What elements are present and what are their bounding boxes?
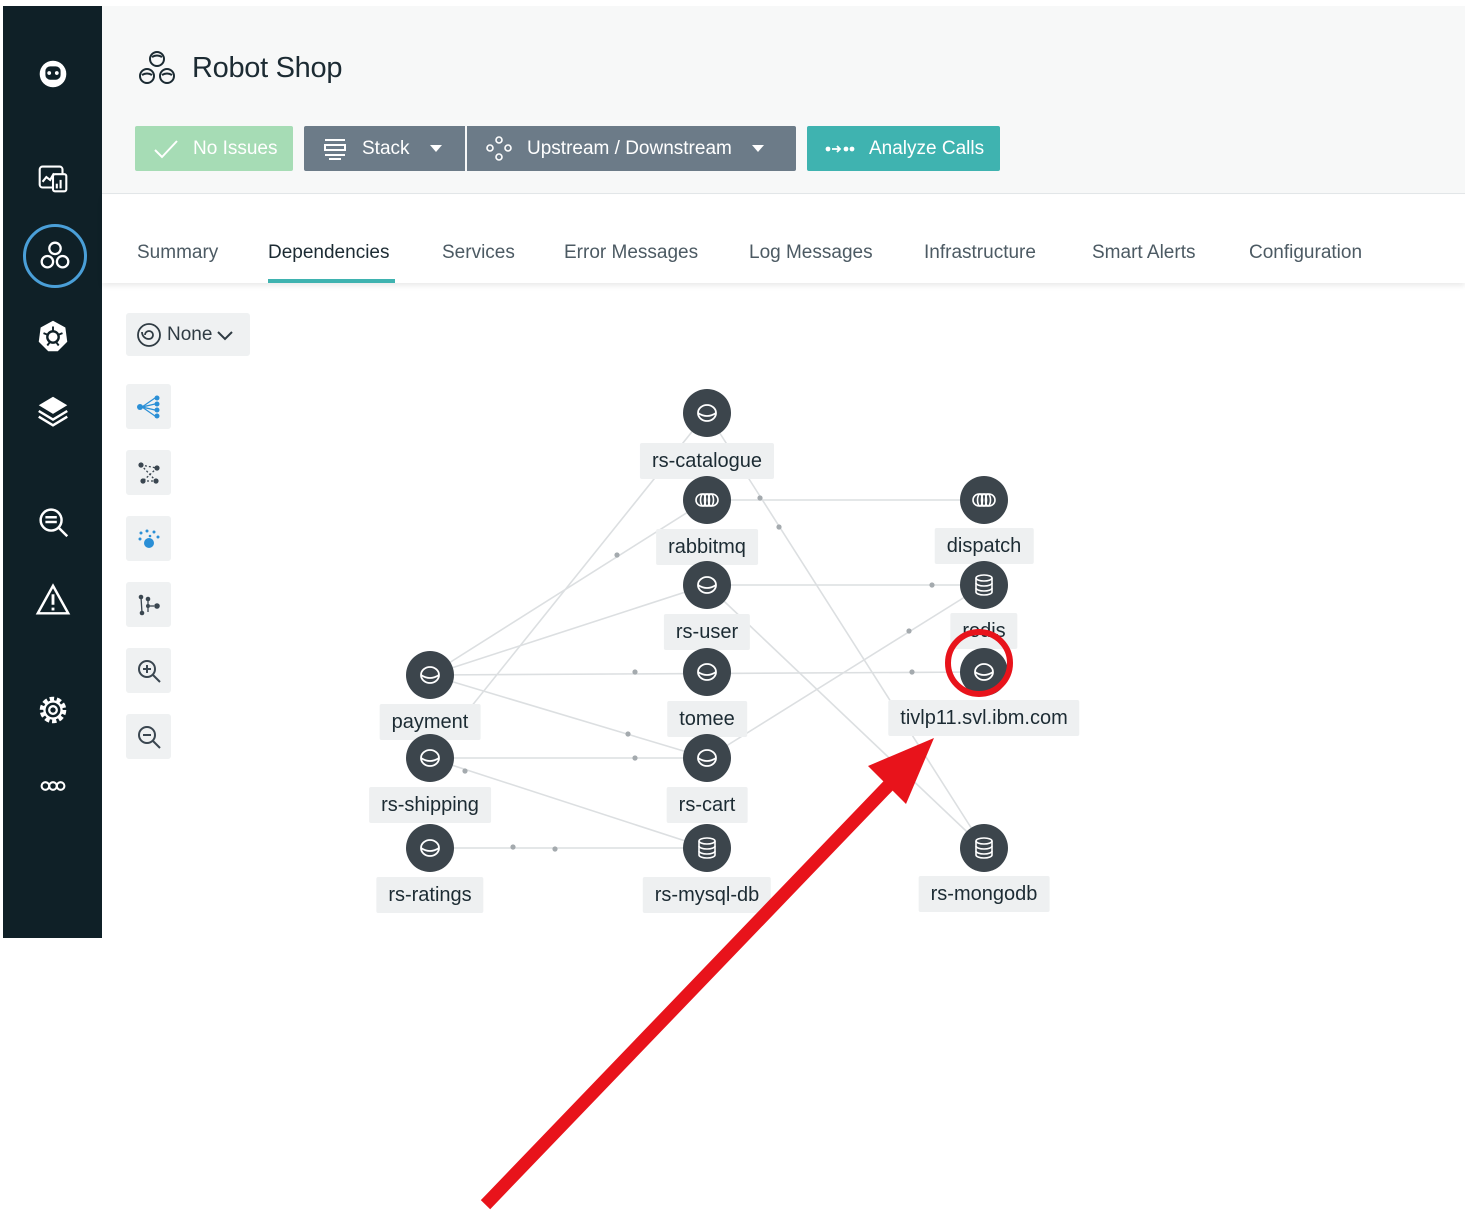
layout-flow-icon[interactable] [126, 582, 171, 627]
layout-tree-icon[interactable] [126, 384, 171, 429]
node-rs-ratings[interactable] [406, 824, 454, 872]
no-issues-label: No Issues [193, 137, 278, 159]
upstream-downstream-dropdown[interactable]: Upstream / Downstream [467, 126, 796, 171]
database-icon [420, 749, 440, 767]
tab-error-messages[interactable]: Error Messages [564, 242, 698, 264]
node-label[interactable]: rs-user [663, 614, 751, 650]
node-label[interactable]: tivlp11.svl.ibm.com [888, 700, 1080, 736]
stack-label: Stack [362, 137, 410, 159]
page-header: Robot Shop No Issues Stack Upstream / Do… [102, 6, 1465, 194]
node-rs-mongodb[interactable] [960, 824, 1008, 872]
dependency-graph-icon [485, 135, 513, 162]
database-stack-icon [975, 574, 993, 596]
instana-logo-icon[interactable] [21, 42, 85, 106]
stack-dropdown[interactable]: Stack [304, 126, 465, 171]
node-label[interactable]: rs-mysql-db [642, 877, 772, 913]
node-label[interactable]: rs-mongodb [918, 876, 1050, 912]
node-rs-user[interactable] [683, 561, 731, 609]
application-icon [136, 48, 178, 88]
chevron-down-icon [429, 145, 442, 152]
highlight-circle [945, 629, 1013, 697]
active-tab-indicator [268, 279, 395, 283]
spiral-icon [135, 321, 163, 349]
node-rs-mysql-db[interactable] [683, 824, 731, 872]
applications-icon[interactable] [23, 224, 87, 288]
zoom-out-icon[interactable] [126, 714, 171, 759]
database-stack-icon [698, 837, 716, 859]
node-rs-shipping[interactable] [406, 734, 454, 782]
chevron-down-icon [216, 329, 234, 341]
layout-force-icon[interactable] [126, 450, 171, 495]
node-label[interactable]: dispatch [934, 528, 1034, 564]
node-label[interactable]: rs-shipping [369, 787, 491, 823]
tab-dependencies[interactable]: Dependencies [268, 242, 389, 264]
stack-icon [322, 136, 348, 162]
node-rabbitmq[interactable] [683, 476, 731, 524]
database-icon [697, 749, 717, 767]
node-label[interactable]: rs-catalogue [639, 443, 775, 479]
database-icon [697, 663, 717, 681]
node-dispatch[interactable] [960, 476, 1008, 524]
kubernetes-icon[interactable] [21, 304, 85, 368]
tab-smart-alerts[interactable]: Smart Alerts [1092, 242, 1195, 264]
upstream-downstream-label: Upstream / Downstream [527, 137, 732, 159]
queue-icon [972, 493, 996, 507]
no-issues-button[interactable]: No Issues [135, 126, 293, 171]
node-label[interactable]: tomee [667, 701, 747, 737]
chevron-down-icon [751, 145, 764, 152]
node-redis[interactable] [960, 561, 1008, 609]
tab-configuration[interactable]: Configuration [1249, 242, 1362, 264]
node-label[interactable]: rs-ratings [376, 877, 484, 913]
analytics-search-icon[interactable] [21, 490, 85, 554]
node-rs-cart[interactable] [683, 734, 731, 782]
page-title: Robot Shop [192, 51, 343, 84]
websites-dashboard-icon[interactable] [21, 146, 85, 210]
tab-services[interactable]: Services [442, 242, 515, 264]
node-payment[interactable] [406, 651, 454, 699]
sidebar-nav [3, 6, 102, 938]
arrow-dots-icon [825, 142, 855, 156]
database-icon [420, 666, 440, 684]
database-icon [697, 576, 717, 594]
database-icon [697, 404, 717, 422]
database-icon [420, 839, 440, 857]
tab-bar: Summary Dependencies Services Error Mess… [102, 195, 1465, 283]
tab-infrastructure[interactable]: Infrastructure [924, 242, 1036, 264]
analyze-calls-button[interactable]: Analyze Calls [807, 126, 1000, 171]
database-stack-icon [975, 837, 993, 859]
grouping-filter-label: None [167, 323, 213, 345]
zoom-in-icon[interactable] [126, 648, 171, 693]
queue-icon [695, 493, 719, 507]
tab-log-messages[interactable]: Log Messages [749, 242, 873, 264]
more-dots-icon[interactable] [21, 754, 85, 818]
stack-layers-icon[interactable] [21, 379, 85, 443]
node-rs-catalogue[interactable] [683, 389, 731, 437]
tab-summary[interactable]: Summary [137, 242, 218, 264]
checkmark-icon [153, 139, 179, 159]
events-warning-icon[interactable] [21, 568, 85, 632]
node-label[interactable]: rabbitmq [656, 529, 758, 565]
grouping-filter-dropdown[interactable]: None [126, 313, 250, 356]
node-tomee[interactable] [683, 648, 731, 696]
analyze-calls-label: Analyze Calls [869, 137, 985, 159]
layout-cluster-icon[interactable] [126, 516, 171, 561]
settings-gear-icon[interactable] [21, 678, 85, 742]
node-label[interactable]: rs-cart [666, 787, 748, 823]
